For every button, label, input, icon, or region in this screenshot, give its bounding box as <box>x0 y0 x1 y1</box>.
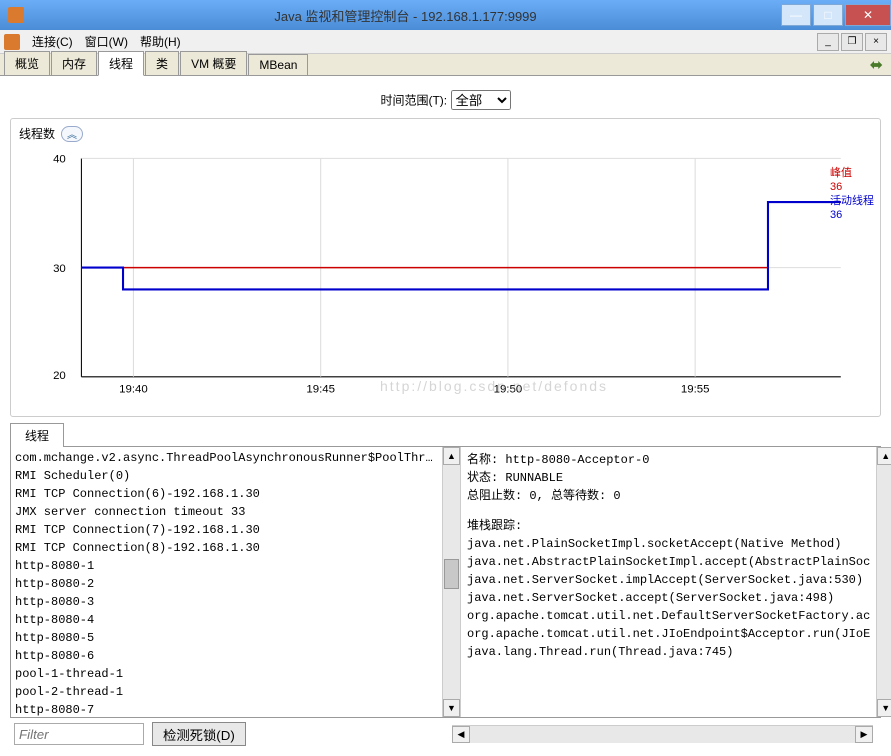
detail-waited-label: 总等待数: <box>551 487 606 505</box>
thread-list-item[interactable]: http-8080-6 <box>15 647 438 665</box>
detail-blocked-label: 总阻止数: <box>467 487 522 505</box>
series-peak <box>81 202 840 268</box>
detail-waited-value: 0 <box>613 489 620 503</box>
close-button[interactable]: ✕ <box>845 4 891 26</box>
thread-list-item[interactable]: http-8080-4 <box>15 611 438 629</box>
scroll-thumb[interactable] <box>444 559 459 589</box>
thread-list-item[interactable]: RMI TCP Connection(8)-192.168.1.30 <box>15 539 438 557</box>
scroll-up-icon[interactable]: ▲ <box>443 447 460 465</box>
main-tabs: 概览 内存 线程 类 VM 概要 MBean ⬌ <box>0 54 891 76</box>
thread-list-items: com.mchange.v2.async.ThreadPoolAsynchron… <box>11 447 442 717</box>
window-title: Java 监视和管理控制台 - 192.168.1.177:9999 <box>32 6 779 25</box>
stack-trace-lines: java.net.PlainSocketImpl.socketAccept(Na… <box>467 535 870 661</box>
thread-list-item[interactable]: http-8080-5 <box>15 629 438 647</box>
tab-classes[interactable]: 类 <box>145 51 179 75</box>
thread-list-item[interactable]: RMI TCP Connection(6)-192.168.1.30 <box>15 485 438 503</box>
collapse-button[interactable]: ︽ <box>61 126 83 142</box>
stack-line: java.net.ServerSocket.accept(ServerSocke… <box>467 589 870 607</box>
thread-panel-body: com.mchange.v2.async.ThreadPoolAsynchron… <box>10 446 881 718</box>
mdi-restore-button[interactable]: ❐ <box>841 33 863 51</box>
chart-legend: 峰值36 活动线程36 <box>830 166 874 222</box>
app-icon <box>8 7 24 23</box>
menu-window[interactable]: 窗口(W) <box>79 33 134 50</box>
thread-list-item[interactable]: http-8080-7 <box>15 701 438 717</box>
thread-detail: 名称: http-8080-Acceptor-0 状态: RUNNABLE 总阻… <box>461 447 891 717</box>
tab-mbean[interactable]: MBean <box>248 54 308 75</box>
thread-list-item[interactable]: http-8080-1 <box>15 557 438 575</box>
minimize-button[interactable]: — <box>781 4 811 26</box>
tab-threads[interactable]: 线程 <box>98 51 144 76</box>
vertical-scrollbar[interactable]: ▲ ▼ <box>442 447 460 717</box>
mdi-minimize-button[interactable]: _ <box>817 33 839 51</box>
y-tick-20: 20 <box>53 370 66 382</box>
menu-help[interactable]: 帮助(H) <box>134 33 187 50</box>
x-tick: 19:40 <box>119 383 148 395</box>
x-tick: 19:45 <box>306 383 335 395</box>
scroll-down-icon[interactable]: ▼ <box>877 699 891 717</box>
detail-state-value: RUNNABLE <box>505 471 563 485</box>
stack-line: java.net.AbstractPlainSocketImpl.accept(… <box>467 553 870 571</box>
thread-list-item[interactable]: JMX server connection timeout 33 <box>15 503 438 521</box>
scroll-down-icon[interactable]: ▼ <box>443 699 460 717</box>
stack-trace-label: 堆栈跟踪: <box>467 517 870 535</box>
thread-list-item[interactable]: com.mchange.v2.async.ThreadPoolAsynchron… <box>15 449 438 467</box>
thread-chart: 40 30 20 19:40 19:45 19:50 19:55 峰值36 活动… <box>19 148 872 408</box>
tab-memory[interactable]: 内存 <box>51 51 97 75</box>
detail-blocked-value: 0, <box>529 489 543 503</box>
stack-line: java.lang.Thread.run(Thread.java:745) <box>467 643 870 661</box>
thread-panel-tab[interactable]: 线程 <box>10 423 64 447</box>
thread-list-item[interactable]: http-8080-3 <box>15 593 438 611</box>
filter-input[interactable] <box>14 723 144 745</box>
time-range-select[interactable]: 全部 <box>451 90 511 110</box>
thread-list-item[interactable]: RMI Scheduler(0) <box>15 467 438 485</box>
scroll-up-icon[interactable]: ▲ <box>877 447 891 465</box>
detail-name-label: 名称: <box>467 451 498 469</box>
detect-deadlock-button[interactable]: 检测死锁(D) <box>152 722 246 746</box>
thread-list-item[interactable]: http-8080-2 <box>15 575 438 593</box>
stack-line: org.apache.tomcat.util.net.JIoEndpoint$A… <box>467 625 870 643</box>
time-range-row: 时间范围(T): 全部 <box>6 82 885 118</box>
chart-title: 线程数 <box>19 125 55 142</box>
x-tick: 19:55 <box>681 383 710 395</box>
thread-list-item[interactable]: pool-2-thread-1 <box>15 683 438 701</box>
detail-name-value: http-8080-Acceptor-0 <box>505 453 649 467</box>
mdi-close-button[interactable]: × <box>865 33 887 51</box>
tab-vm-summary[interactable]: VM 概要 <box>180 51 247 75</box>
thread-chart-section: 线程数 ︽ 40 30 20 19:40 19:45 <box>10 118 881 417</box>
detail-state-label: 状态: <box>467 469 498 487</box>
y-tick-30: 30 <box>53 263 66 275</box>
window-titlebar: Java 监视和管理控制台 - 192.168.1.177:9999 — □ ✕ <box>0 0 891 30</box>
thread-detail-content: 名称: http-8080-Acceptor-0 状态: RUNNABLE 总阻… <box>461 447 876 717</box>
maximize-button[interactable]: □ <box>813 4 843 26</box>
thread-list-item[interactable]: pool-1-thread-1 <box>15 665 438 683</box>
series-active <box>81 202 840 289</box>
menu-connect[interactable]: 连接(C) <box>26 33 79 50</box>
x-tick: 19:50 <box>494 383 523 395</box>
time-range-label: 时间范围(T): <box>380 94 447 108</box>
tab-overview[interactable]: 概览 <box>4 51 50 75</box>
stack-line: java.net.ServerSocket.implAccept(ServerS… <box>467 571 870 589</box>
stack-line: java.net.PlainSocketImpl.socketAccept(Na… <box>467 535 870 553</box>
thread-list: com.mchange.v2.async.ThreadPoolAsynchron… <box>11 447 461 717</box>
java-icon <box>4 34 20 50</box>
connection-status-icon: ⬌ <box>870 55 883 75</box>
detail-vertical-scrollbar[interactable]: ▲ ▼ <box>876 447 891 717</box>
y-tick-40: 40 <box>53 154 66 166</box>
thread-list-item[interactable]: RMI TCP Connection(7)-192.168.1.30 <box>15 521 438 539</box>
stack-line: org.apache.tomcat.util.net.DefaultServer… <box>467 607 870 625</box>
